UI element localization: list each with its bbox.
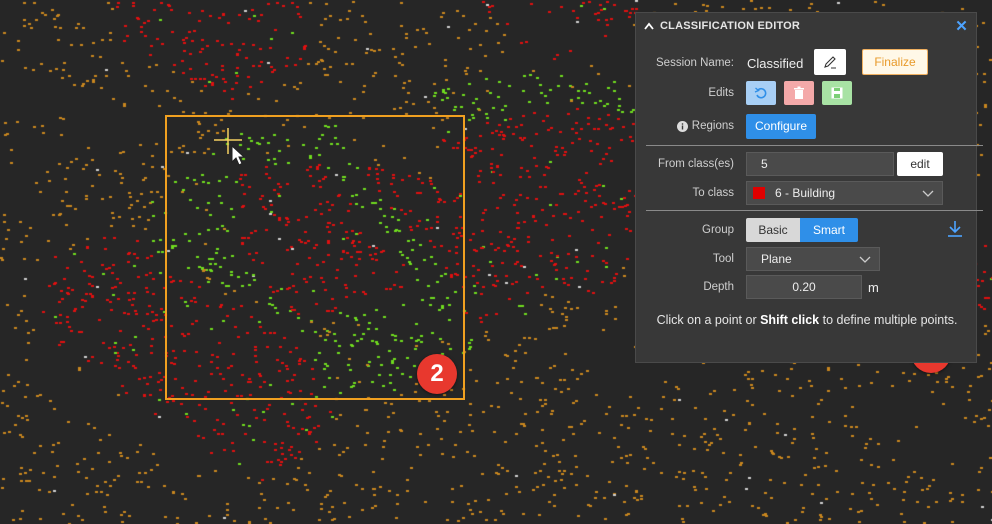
depth-input[interactable]: 0.20	[746, 275, 862, 299]
instruction-text: Click on a point or Shift click to defin…	[636, 312, 978, 329]
depth-unit: m	[868, 279, 879, 295]
crosshair-cursor-icon	[214, 128, 246, 166]
hint-text-start: Click on a point or	[656, 313, 761, 327]
regions-label-group: Regions	[636, 120, 734, 132]
finalize-button[interactable]: Finalize	[862, 49, 928, 75]
session-name-value: Classified	[747, 55, 804, 71]
group-smart-option[interactable]: Smart	[800, 218, 858, 242]
collapse-chevron-icon[interactable]	[644, 20, 656, 32]
divider	[646, 145, 983, 146]
to-class-label: To class	[692, 187, 734, 199]
to-class-select[interactable]: 6 - Building	[746, 181, 943, 205]
from-class-input[interactable]: 5	[746, 152, 894, 176]
undo-icon	[754, 87, 767, 99]
panel-header: CLASSIFICATION EDITOR ✕	[636, 13, 976, 39]
class-color-swatch	[753, 187, 765, 199]
delete-button[interactable]	[784, 81, 814, 105]
tool-label: Tool	[712, 253, 734, 265]
rename-session-button[interactable]	[814, 49, 846, 75]
configure-button[interactable]: Configure	[746, 113, 816, 139]
regions-label: Regions	[691, 120, 734, 132]
classification-editor-panel: CLASSIFICATION EDITOR ✕ Session Name: Cl…	[635, 12, 983, 363]
pencil-icon	[824, 56, 836, 69]
edit-from-class-button[interactable]: edit	[897, 152, 943, 176]
selection-region	[165, 115, 465, 400]
session-name-label: Session Name:	[656, 57, 734, 69]
tool-value: Plane	[761, 252, 792, 266]
callout-badge-2: 2	[417, 354, 457, 394]
hint-text-bold: Shift click	[760, 313, 820, 327]
chevron-down-icon	[859, 256, 871, 263]
undo-button[interactable]	[746, 81, 776, 105]
hint-text-end: to define multiple points.	[819, 313, 958, 327]
trash-icon	[794, 86, 804, 99]
edits-label: Edits	[708, 87, 734, 99]
from-class-label: From class(es)	[657, 158, 734, 170]
to-class-value: 6 - Building	[775, 186, 836, 200]
close-icon[interactable]: ✕	[955, 17, 968, 35]
group-label: Group	[702, 224, 734, 236]
group-toggle: Basic Smart	[746, 218, 858, 242]
chevron-down-icon	[922, 190, 934, 197]
save-icon	[831, 87, 843, 99]
save-button[interactable]	[822, 81, 852, 105]
group-basic-option[interactable]: Basic	[746, 218, 800, 242]
info-icon[interactable]	[676, 120, 688, 132]
panel-title: CLASSIFICATION EDITOR	[660, 20, 801, 32]
divider	[646, 210, 983, 211]
depth-label: Depth	[703, 281, 734, 293]
tool-select[interactable]: Plane	[746, 247, 880, 271]
